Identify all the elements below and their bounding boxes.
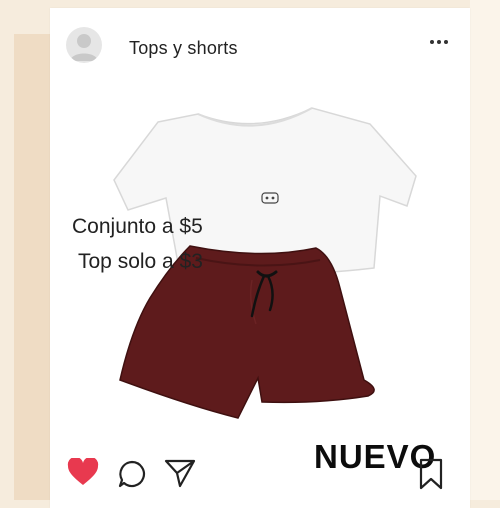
background-panel	[470, 0, 500, 500]
bookmark-icon[interactable]	[419, 458, 443, 490]
post-title: Tops y shorts	[129, 38, 238, 58]
heart-icon[interactable]	[67, 458, 99, 486]
background-stripe	[14, 34, 54, 500]
caption-line-set-price: Conjunto a $5	[72, 215, 203, 238]
caption-line-top-price: Top solo a $3	[78, 250, 203, 273]
comment-bubble-icon[interactable]	[118, 460, 146, 488]
post-card: Tops y shorts Conjunto a $5 Top solo a $…	[50, 8, 470, 508]
paper-plane-icon[interactable]	[164, 458, 196, 488]
more-options-icon[interactable]	[427, 34, 451, 50]
user-avatar-icon[interactable]	[66, 27, 102, 63]
new-badge: NUEVO	[314, 438, 437, 475]
